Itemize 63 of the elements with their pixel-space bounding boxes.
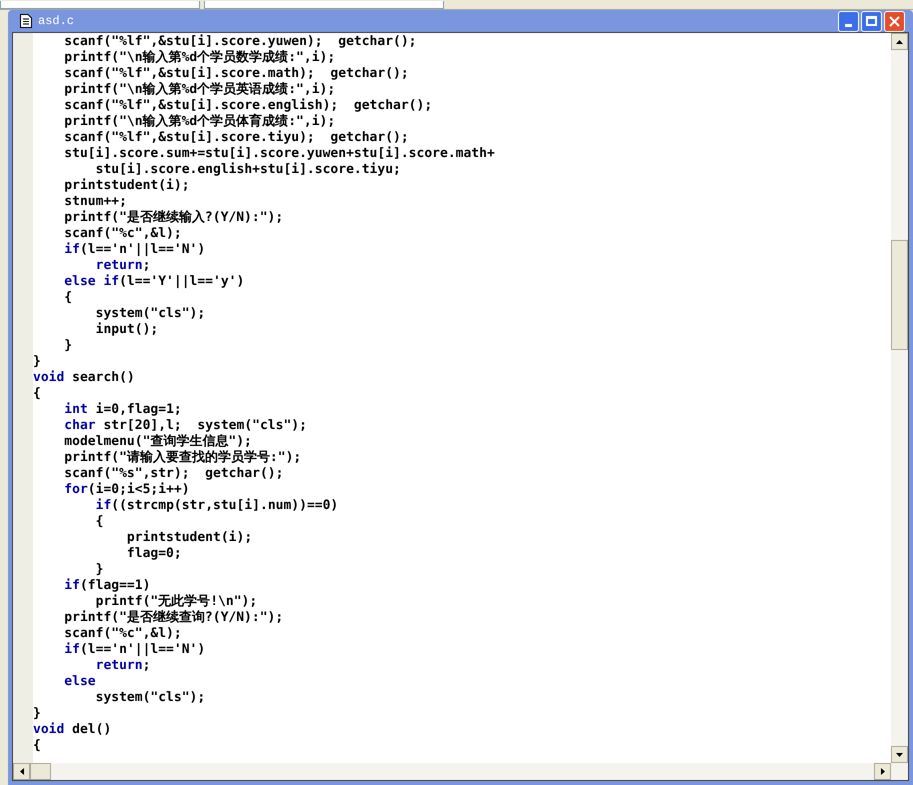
scroll-up-button[interactable] (891, 33, 908, 50)
minimize-button[interactable] (838, 10, 859, 32)
code-line: printf("\n输入第%d个学员英语成绩:",i); (63, 82, 336, 98)
code-line: else if(l=='Y'||l=='y') (63, 274, 244, 290)
code-line: flag=0; (126, 546, 182, 562)
left-arrow-icon (20, 768, 24, 775)
scroll-left-button[interactable] (13, 763, 30, 780)
code-line: printf("是否继续输入?(Y/N):"); (63, 210, 284, 226)
code-line: printstudent(i); (126, 530, 252, 546)
up-arrow-icon (896, 40, 903, 44)
code-line: if(flag==1) (63, 578, 150, 594)
code-line: return; (94, 658, 150, 674)
down-arrow-icon (896, 752, 903, 756)
code-line: modelmenu("查询学生信息"); (63, 434, 252, 450)
code-line: printf("请输入要查找的学员学号:"); (63, 450, 302, 466)
code-line: input(); (94, 322, 158, 338)
vertical-scrollbar[interactable] (891, 33, 908, 763)
right-arrow-icon (880, 768, 884, 775)
code-line: stu[i].score.english+stu[i].score.tiyu; (94, 162, 401, 178)
code-line: printf("\n输入第%d个学员体育成绩:",i); (63, 114, 336, 130)
code-line: else (63, 674, 96, 690)
code-line: stu[i].score.sum+=stu[i].score.yuwen+stu[i].score.math+ (63, 146, 495, 162)
scrollbar-thumb[interactable] (30, 763, 51, 780)
code-line: void search() (33, 370, 135, 386)
code-line: scanf("%c",&l); (63, 226, 182, 242)
code-line: { (94, 514, 104, 530)
code-line: scanf("%lf",&stu[i].score.yuwen); getchar(); (63, 34, 417, 50)
scrollbar-thumb[interactable] (891, 240, 908, 350)
code-line: scanf("%lf",&stu[i].score.english); getchar(); (63, 98, 432, 114)
code-line: if((strcmp(str,stu[i].num))==0) (94, 498, 338, 514)
close-icon (889, 16, 900, 26)
code-line: return; (94, 258, 150, 274)
code-line: scanf("%s",str); getchar(); (63, 466, 284, 482)
window-title: asd.c (38, 13, 74, 30)
code-line: char str[20],l; system("cls"); (63, 418, 307, 434)
code-line: } (63, 338, 72, 354)
code-line: scanf("%c",&l); (63, 626, 182, 642)
code-line: printstudent(i); (63, 178, 190, 194)
code-line: { (33, 738, 41, 754)
code-line: void del() (33, 722, 112, 738)
code-line: printf("无此学号!\n"); (94, 594, 258, 610)
code-line: { (33, 386, 41, 402)
code-line: if(l=='n'||l=='N') (63, 242, 206, 258)
code-line: printf("\n输入第%d个学员数学成绩:",i); (63, 50, 336, 66)
code-line: } (33, 706, 41, 722)
code-line: int i=0,flag=1; (63, 402, 182, 418)
code-line: if(l=='n'||l=='N') (63, 642, 206, 658)
horizontal-scrollbar[interactable] (13, 763, 908, 780)
scroll-right-button[interactable] (874, 763, 891, 780)
code-line: } (94, 562, 104, 578)
maximize-button[interactable] (861, 10, 882, 32)
close-button[interactable] (884, 10, 905, 32)
code-line: system("cls"); (94, 306, 206, 322)
code-line: scanf("%lf",&stu[i].score.math); getchar(); (63, 66, 409, 82)
code-line: for(i=0;i<5;i++) (63, 482, 190, 498)
code-line: scanf("%lf",&stu[i].score.tiyu); getchar(); (63, 130, 409, 146)
code-line: stnum++; (63, 194, 127, 210)
scroll-down-button[interactable] (891, 746, 908, 763)
code-line: printf("是否继续查询?(Y/N):"); (63, 610, 284, 626)
code-line: system("cls"); (94, 690, 206, 706)
code-line: } (33, 354, 41, 370)
document-icon (20, 14, 32, 28)
code-line: { (63, 290, 72, 306)
